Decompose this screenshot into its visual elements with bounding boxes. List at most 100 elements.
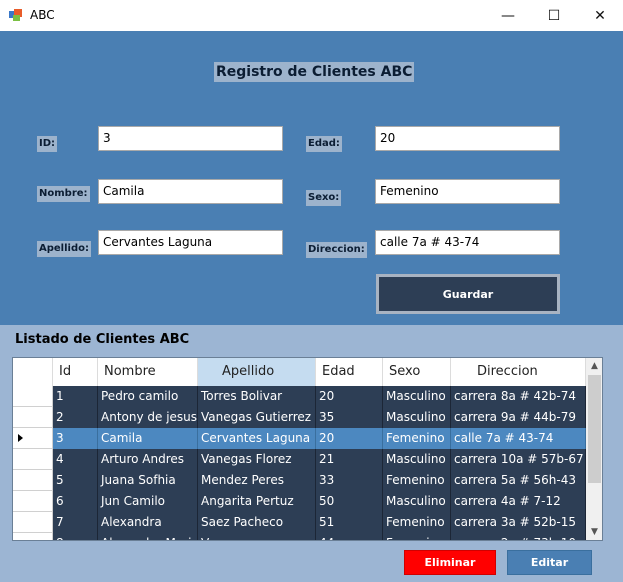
cell-nombre[interactable]: Alexandra Maria bbox=[98, 533, 198, 540]
cell-direccion[interactable]: carrera 4a # 7-12 bbox=[451, 491, 586, 512]
cell-sexo[interactable]: Femenino bbox=[383, 533, 451, 540]
cell-direccion[interactable]: carrera 8a # 42b-74 bbox=[451, 386, 586, 407]
table-row[interactable]: 5 Juana Sofhia Mendez Peres 33 Femenino carre… bbox=[53, 470, 586, 491]
grid-corner-header bbox=[13, 358, 53, 386]
nombre-field[interactable]: Camila bbox=[98, 179, 283, 204]
table-row[interactable]: 2 Antony de jesus Vanegas Gutierrez 35 Mascu… bbox=[53, 407, 586, 428]
table-row[interactable]: 8Alexandra MariaVergara...44Femeninocarr… bbox=[53, 533, 586, 540]
apellido-label: Apellido: bbox=[37, 241, 91, 257]
table-row[interactable]: 3 Camila Cervantes Laguna 20 Femenino calle 7… bbox=[53, 428, 586, 449]
row-header[interactable] bbox=[13, 407, 53, 428]
cell-nombre[interactable]: Camila bbox=[98, 428, 198, 449]
edad-field[interactable]: 20 bbox=[375, 126, 560, 151]
edad-label: Edad: bbox=[306, 136, 342, 152]
column-header-apellido[interactable]: Apellido bbox=[198, 358, 316, 386]
apellido-field[interactable]: Cervantes Laguna bbox=[98, 230, 283, 255]
cell-direccion[interactable]: carrera 10a # 57b-67 bbox=[451, 449, 586, 470]
editar-button[interactable]: Editar bbox=[507, 550, 592, 575]
scroll-thumb[interactable] bbox=[588, 375, 601, 483]
cell-apellido[interactable]: Vergara... bbox=[198, 533, 316, 540]
table-row[interactable]: 6 Jun Camilo Angarita Pertuz 50 Masculino car… bbox=[53, 491, 586, 512]
cell-id[interactable]: 7 bbox=[53, 512, 98, 533]
direccion-field[interactable]: calle 7a # 43-74 bbox=[375, 230, 560, 255]
cell-nombre[interactable]: Juana Sofhia bbox=[98, 470, 198, 491]
cell-direccion[interactable]: carrera 2a # 73b-10 bbox=[451, 533, 586, 540]
window-titlebar: ABC — ☐ ✕ bbox=[0, 0, 623, 31]
eliminar-button[interactable]: Eliminar bbox=[404, 550, 496, 575]
row-header[interactable] bbox=[13, 491, 53, 512]
current-row-icon bbox=[18, 434, 23, 442]
column-header-id[interactable]: Id bbox=[53, 358, 98, 386]
cell-sexo[interactable]: Masculino bbox=[383, 386, 451, 407]
cell-sexo[interactable]: Femenino bbox=[383, 470, 451, 491]
sexo-field[interactable]: Femenino bbox=[375, 179, 560, 204]
cell-nombre[interactable]: Arturo Andres bbox=[98, 449, 198, 470]
cell-edad[interactable]: 50 bbox=[316, 491, 383, 512]
cell-id[interactable]: 1 bbox=[53, 386, 98, 407]
row-header[interactable] bbox=[13, 386, 53, 407]
cell-nombre[interactable]: Alexandra bbox=[98, 512, 198, 533]
scroll-up-icon[interactable]: ▲ bbox=[586, 358, 602, 375]
cell-apellido[interactable]: Saez Pacheco bbox=[198, 512, 316, 533]
cell-sexo[interactable]: Masculino bbox=[383, 491, 451, 512]
cell-direccion[interactable]: calle 7a # 43-74 bbox=[451, 428, 586, 449]
grid-header: Id Nombre Apellido Edad Sexo Direccion bbox=[13, 358, 586, 386]
cell-nombre[interactable]: Jun Camilo bbox=[98, 491, 198, 512]
row-header[interactable] bbox=[13, 428, 53, 449]
list-title: Listado de Clientes ABC bbox=[15, 332, 190, 347]
cell-edad[interactable]: 20 bbox=[316, 428, 383, 449]
cell-sexo[interactable]: Femenino bbox=[383, 512, 451, 533]
cell-id[interactable]: 3 bbox=[53, 428, 98, 449]
cell-apellido[interactable]: Vanegas Gutierrez bbox=[198, 407, 316, 428]
cell-edad[interactable]: 51 bbox=[316, 512, 383, 533]
cell-edad[interactable]: 21 bbox=[316, 449, 383, 470]
column-header-edad[interactable]: Edad bbox=[316, 358, 383, 386]
cell-apellido[interactable]: Mendez Peres bbox=[198, 470, 316, 491]
sexo-label: Sexo: bbox=[306, 190, 342, 206]
form-title: Registro de Clientes ABC bbox=[214, 62, 415, 82]
cell-id[interactable]: 4 bbox=[53, 449, 98, 470]
column-header-nombre[interactable]: Nombre bbox=[98, 358, 198, 386]
cell-nombre[interactable]: Antony de jesus bbox=[98, 407, 198, 428]
cell-apellido[interactable]: Torres Bolivar bbox=[198, 386, 316, 407]
id-field[interactable]: 3 bbox=[98, 126, 283, 151]
table-row[interactable]: 7 Alexandra Saez Pacheco 51 Femenino carrera … bbox=[53, 512, 586, 533]
direccion-label: Direccion: bbox=[306, 242, 367, 258]
cell-id[interactable]: 2 bbox=[53, 407, 98, 428]
cell-nombre[interactable]: Pedro camilo bbox=[98, 386, 198, 407]
row-header[interactable] bbox=[13, 512, 53, 533]
cell-direccion[interactable]: carrera 5a # 56h-43 bbox=[451, 470, 586, 491]
table-row[interactable]: 1 Pedro camilo Torres Bolivar 20 Masculino ca… bbox=[53, 386, 586, 407]
cell-sexo[interactable]: Masculino bbox=[383, 449, 451, 470]
table-row[interactable]: 4 Arturo Andres Vanegas Florez 21 Masculino c… bbox=[53, 449, 586, 470]
cell-edad[interactable]: 20 bbox=[316, 386, 383, 407]
close-button[interactable]: ✕ bbox=[577, 0, 623, 31]
minimize-button[interactable]: — bbox=[485, 0, 531, 31]
row-header[interactable] bbox=[13, 449, 53, 470]
clients-grid[interactable]: Id Nombre Apellido Edad Sexo Direccion ▲ ▼ 1P… bbox=[12, 357, 603, 541]
scroll-down-icon[interactable]: ▼ bbox=[586, 524, 602, 540]
cell-apellido[interactable]: Vanegas Florez bbox=[198, 449, 316, 470]
column-header-sexo[interactable]: Sexo bbox=[383, 358, 451, 386]
cell-id[interactable]: 8 bbox=[53, 533, 98, 540]
column-header-direccion[interactable]: Direccion bbox=[451, 358, 586, 386]
cell-direccion[interactable]: carrera 9a # 44b-79 bbox=[451, 407, 586, 428]
app-icon bbox=[9, 9, 22, 22]
maximize-button[interactable]: ☐ bbox=[531, 0, 577, 31]
cell-edad[interactable]: 35 bbox=[316, 407, 383, 428]
vertical-scrollbar[interactable]: ▲ ▼ bbox=[586, 358, 602, 540]
row-header[interactable] bbox=[13, 533, 53, 540]
cell-sexo[interactable]: Masculino bbox=[383, 407, 451, 428]
cell-id[interactable]: 6 bbox=[53, 491, 98, 512]
cell-direccion[interactable]: carrera 3a # 52b-15 bbox=[451, 512, 586, 533]
row-header[interactable] bbox=[13, 470, 53, 491]
cell-apellido[interactable]: Cervantes Laguna bbox=[198, 428, 316, 449]
guardar-button[interactable]: Guardar bbox=[376, 274, 560, 314]
cell-apellido[interactable]: Angarita Pertuz bbox=[198, 491, 316, 512]
cell-sexo[interactable]: Femenino bbox=[383, 428, 451, 449]
cell-edad[interactable]: 44 bbox=[316, 533, 383, 540]
cell-edad[interactable]: 33 bbox=[316, 470, 383, 491]
cell-id[interactable]: 5 bbox=[53, 470, 98, 491]
nombre-label: Nombre: bbox=[37, 186, 90, 202]
window-title: ABC bbox=[30, 8, 55, 22]
